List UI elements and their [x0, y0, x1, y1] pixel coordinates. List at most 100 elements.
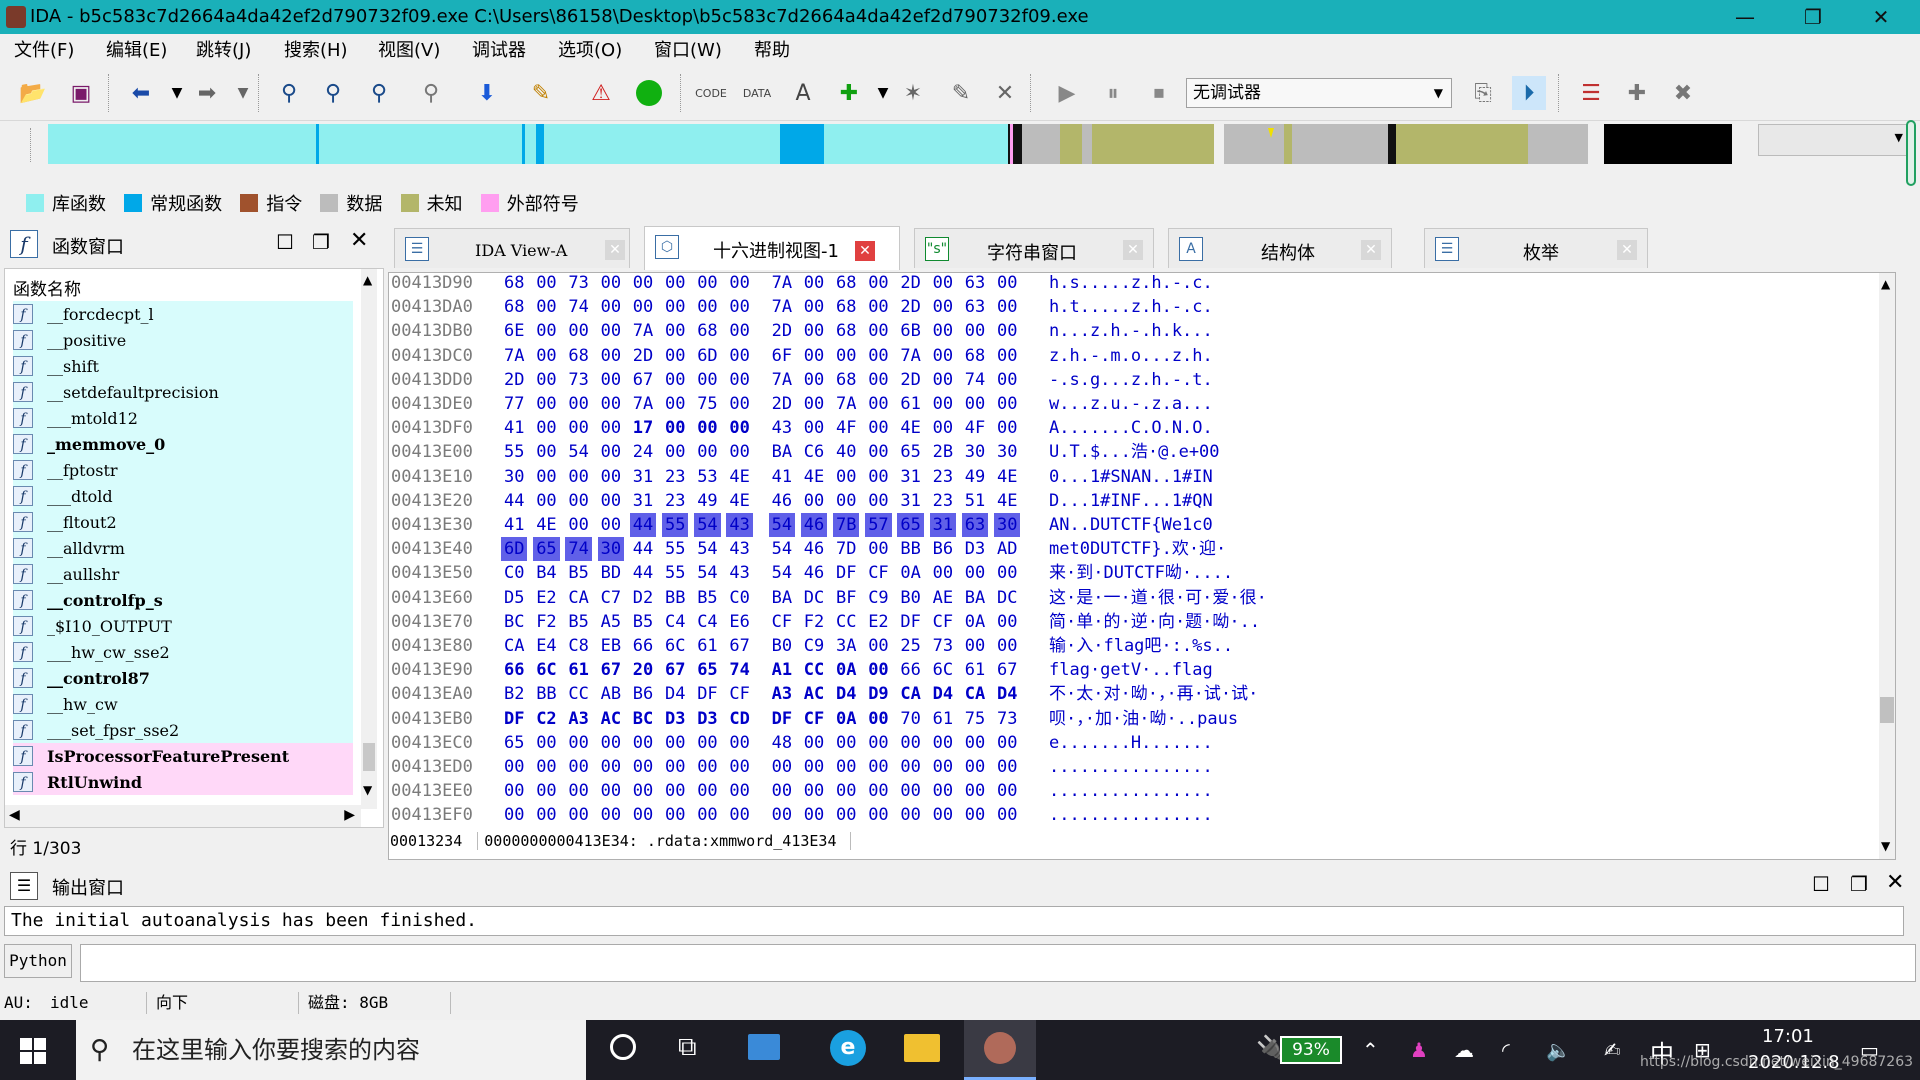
panel-close-icon[interactable]: ✕ — [350, 228, 368, 253]
hex-byte[interactable]: 44 — [630, 561, 656, 585]
hex-byte[interactable]: 00 — [962, 803, 988, 827]
hex-byte[interactable]: 00 — [726, 755, 752, 779]
code-icon[interactable]: CODE — [694, 76, 728, 110]
pen-icon[interactable]: ✍ — [1604, 1038, 1621, 1062]
function-list-item[interactable]: f ___dtold — [13, 483, 353, 509]
hex-byte[interactable]: 00 — [598, 731, 624, 755]
hex-byte[interactable]: 2D — [897, 368, 923, 392]
hex-byte[interactable]: D3 — [694, 707, 720, 731]
hex-byte[interactable]: 00 — [962, 561, 988, 585]
navband-options-select[interactable]: ▼ — [1758, 124, 1910, 156]
hex-byte[interactable]: 00 — [533, 295, 559, 319]
hex-byte[interactable]: 00 — [533, 416, 559, 440]
hex-byte[interactable]: 67 — [726, 634, 752, 658]
function-name-column-header[interactable]: 函数名称 — [13, 275, 81, 300]
hex-byte[interactable]: E4 — [533, 634, 559, 658]
hex-byte[interactable]: 00 — [533, 803, 559, 827]
hex-byte[interactable]: 00 — [598, 319, 624, 343]
hex-byte[interactable]: 00 — [930, 344, 956, 368]
hex-byte[interactable]: 0A — [833, 707, 859, 731]
hex-byte[interactable]: AC — [801, 682, 827, 706]
hex-byte[interactable]: 0A — [833, 658, 859, 682]
hex-byte[interactable]: 00 — [533, 779, 559, 803]
function-list-item[interactable]: f ___mtold12 — [13, 405, 353, 431]
hex-byte[interactable]: 00 — [865, 731, 891, 755]
hex-byte[interactable]: 00 — [865, 440, 891, 464]
hex-vertical-scrollbar[interactable]: ▲ ▼ — [1879, 273, 1895, 859]
hex-byte[interactable]: 00 — [533, 392, 559, 416]
hex-byte[interactable]: 55 — [662, 513, 689, 537]
hex-byte[interactable]: BB — [897, 537, 923, 561]
tab-close-icon[interactable]: ✕ — [1361, 240, 1381, 260]
hex-byte[interactable]: 00 — [565, 513, 591, 537]
hex-byte[interactable]: 00 — [897, 731, 923, 755]
function-list-item[interactable]: f RtlUnwind — [13, 769, 353, 795]
hex-byte[interactable]: CF — [930, 610, 956, 634]
hex-byte[interactable]: 68 — [501, 295, 527, 319]
pause-icon[interactable]: ⏸ — [1096, 76, 1130, 110]
taskbar-search-box[interactable]: ⚲ 在这里输入你要搜索的内容 — [76, 1020, 586, 1080]
hex-byte[interactable]: 31 — [897, 465, 923, 489]
hex-byte[interactable]: 73 — [930, 634, 956, 658]
hex-byte[interactable]: 48 — [769, 731, 795, 755]
hex-byte[interactable]: EB — [598, 634, 624, 658]
add-function-dropdown-icon[interactable]: ▼ — [866, 76, 900, 110]
hex-byte[interactable]: DF — [833, 561, 859, 585]
hex-byte[interactable]: 00 — [994, 319, 1020, 343]
hex-byte[interactable]: BF — [833, 586, 859, 610]
hex-byte[interactable]: 68 — [833, 271, 859, 295]
menu-window[interactable]: 窗口(W) — [654, 40, 722, 62]
hex-byte[interactable]: 00 — [726, 344, 752, 368]
function-list-item[interactable]: f __fltout2 — [13, 509, 353, 535]
hex-byte[interactable]: 70 — [897, 707, 923, 731]
hex-byte[interactable]: 7A — [630, 319, 656, 343]
hex-byte[interactable]: CC — [833, 610, 859, 634]
hex-byte[interactable]: 23 — [662, 489, 688, 513]
binary-search-icon[interactable]: ⚲ — [362, 76, 396, 110]
hex-byte[interactable]: B0 — [769, 634, 795, 658]
hex-byte[interactable]: 68 — [833, 295, 859, 319]
functions-horizontal-scrollbar[interactable]: ◀ ▶ — [5, 805, 361, 827]
hex-byte[interactable]: 00 — [962, 392, 988, 416]
hex-row[interactable]: 00413E20 44 00 00 00 31 23 49 4E 46 00 00 00 31 23 51 4E… — [389, 489, 1869, 513]
hex-byte[interactable]: 65 — [533, 537, 560, 562]
hex-byte[interactable]: C0 — [726, 586, 752, 610]
hex-byte[interactable]: 43 — [769, 416, 795, 440]
wifi-icon[interactable]: ◜ — [1502, 1038, 1510, 1062]
hex-byte[interactable]: 68 — [833, 368, 859, 392]
hex-byte[interactable]: 6C — [662, 634, 688, 658]
function-list-item[interactable]: f __hw_cw — [13, 691, 353, 717]
hex-byte[interactable]: 4E — [994, 489, 1020, 513]
tab-structures[interactable]: A 结构体 ✕ — [1168, 228, 1392, 268]
panel-float-icon[interactable]: ❐ — [312, 230, 330, 254]
hex-byte[interactable]: 51 — [962, 489, 988, 513]
hex-byte[interactable]: 00 — [930, 368, 956, 392]
hex-byte[interactable]: CD — [726, 707, 752, 731]
hex-byte[interactable]: CA — [501, 634, 527, 658]
windows-start-icon[interactable] — [20, 1038, 46, 1064]
hex-byte[interactable]: D5 — [501, 586, 527, 610]
panel-close-icon[interactable]: ✕ — [1886, 870, 1904, 895]
hex-byte[interactable]: 43 — [726, 537, 752, 561]
hex-byte[interactable]: AD — [994, 537, 1020, 561]
hex-byte[interactable]: 43 — [726, 513, 753, 537]
hex-byte[interactable]: 55 — [662, 537, 688, 561]
hex-byte[interactable]: 30 — [501, 465, 527, 489]
tab-close-icon[interactable]: ✕ — [1617, 240, 1637, 260]
hex-byte[interactable]: 00 — [726, 392, 752, 416]
hex-byte[interactable]: B5 — [565, 610, 591, 634]
hex-byte[interactable]: 00 — [630, 779, 656, 803]
hex-byte[interactable]: 00 — [865, 707, 891, 731]
hex-byte[interactable]: 00 — [930, 392, 956, 416]
hex-byte[interactable]: 53 — [694, 465, 720, 489]
hex-byte[interactable]: 00 — [833, 755, 859, 779]
data-icon[interactable]: DATA — [740, 76, 774, 110]
hex-byte[interactable]: 00 — [801, 271, 827, 295]
hex-byte[interactable]: 44 — [501, 489, 527, 513]
hex-byte[interactable]: 00 — [598, 416, 624, 440]
hex-byte[interactable]: B5 — [565, 561, 591, 585]
debugger-select[interactable]: 无调试器 ▼ — [1186, 78, 1452, 108]
hex-byte[interactable]: 00 — [865, 368, 891, 392]
hex-byte[interactable]: 4E — [994, 465, 1020, 489]
hex-byte[interactable]: 00 — [801, 295, 827, 319]
